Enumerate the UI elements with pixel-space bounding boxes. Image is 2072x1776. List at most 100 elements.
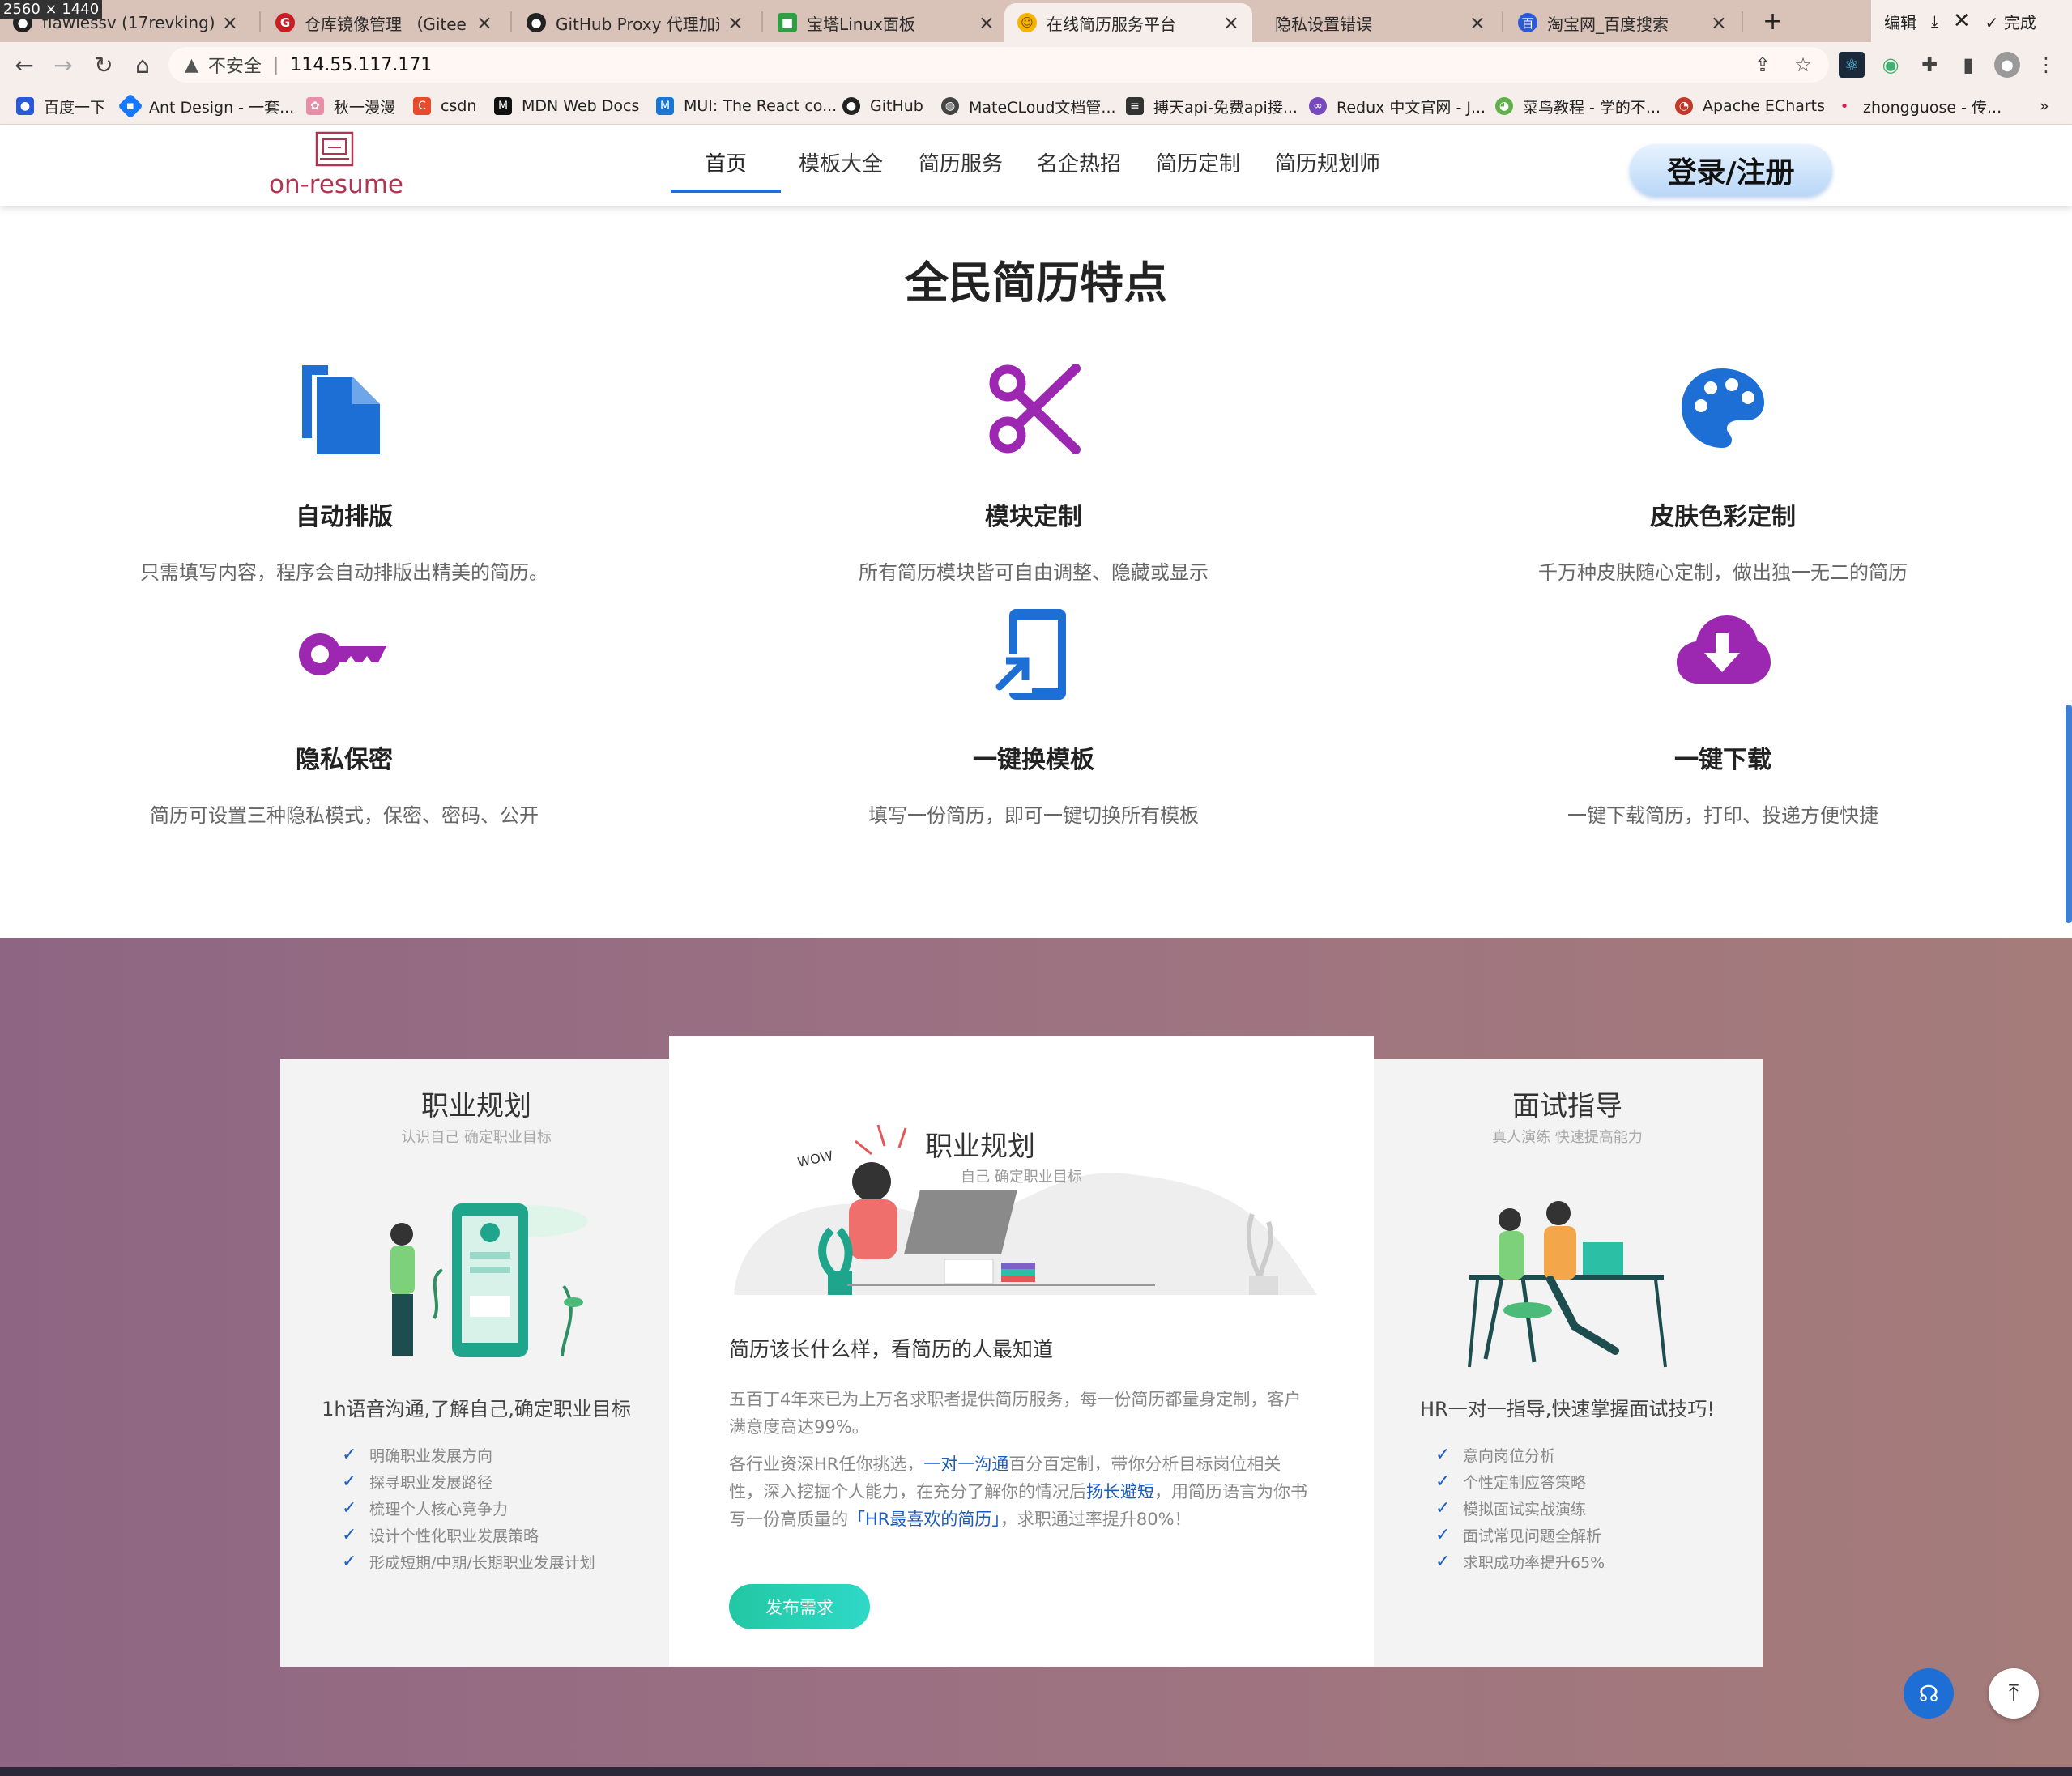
list-item-text: 意向岗位分析 [1463, 1447, 1556, 1465]
check-icon: ✓ [342, 1498, 357, 1518]
nav-resume-service[interactable]: 简历服务 [919, 147, 1003, 177]
headset-icon: ☊ [1918, 1680, 1939, 1707]
tab-6[interactable]: 隐私设置错误 × [1256, 3, 1499, 42]
site-header: on-resume 首页 模板大全 简历服务 名企热招 简历定制 简历规划师 登… [0, 125, 2072, 206]
tab-4[interactable]: ■ 宝塔Linux面板 × [765, 3, 1008, 42]
dot-icon: • [1840, 97, 1849, 115]
feature-title: 自动排版 [296, 503, 393, 531]
reload-button[interactable]: ↻ [89, 50, 118, 79]
list-item: ✓ 意向岗位分析 [1435, 1442, 1605, 1468]
nav-templates[interactable]: 模板大全 [799, 147, 883, 177]
sidepanel-icon[interactable]: ▮ [1955, 52, 1981, 78]
card-subtitle: 认识自己 确定职业目标 [401, 1129, 552, 1146]
back-to-top-button[interactable]: ⤒ [1989, 1668, 2039, 1719]
close-icon[interactable]: × [1711, 11, 1727, 34]
arrow-up-icon: ⤒ [2008, 1680, 2019, 1706]
list-item: ✓ 设计个性化职业发展策略 [342, 1522, 595, 1548]
forward-button[interactable]: → [49, 50, 78, 79]
page-scrollbar[interactable] [2066, 705, 2072, 923]
extension-icon[interactable]: ◉ [1878, 52, 1904, 78]
url-text: 114.55.117.171 [290, 54, 433, 75]
highlight-one-on-one: 一对一沟通 [923, 1454, 1009, 1474]
nav-hot-jobs[interactable]: 名企热招 [1037, 147, 1121, 177]
logo[interactable]: on-resume [267, 131, 405, 201]
profile-icon[interactable]: ● [1994, 52, 2020, 78]
bookmark-mui[interactable]: M MUI: The React co... [656, 94, 837, 118]
react-devtools-icon[interactable]: ⚛ [1839, 52, 1865, 78]
nav-resume-planner[interactable]: 简历规划师 [1275, 147, 1380, 177]
resume-service-illustration: WOW 职业规划 自己 确定职业目标 [734, 1124, 1317, 1295]
window-controls: 编辑 ⤓ ✕ ✓ 完成 [1871, 0, 2072, 42]
done-button[interactable]: ✓ 完成 [1985, 10, 2036, 33]
career-planning-card[interactable]: 职业规划 认识自己 确定职业目标 1h语音沟通,了解自己,确定职业目标 ✓ 明确职… [280, 1059, 672, 1667]
bookmark-baidu[interactable]: ● 百度一下 [16, 94, 105, 118]
nav-home[interactable]: 首页 [705, 147, 747, 177]
home-icon[interactable]: ⌂ [128, 50, 157, 79]
github-icon: ● [527, 13, 546, 32]
echarts-icon: ◔ [1675, 97, 1693, 115]
highlight-strengths: 扬长避短 [1086, 1482, 1154, 1501]
tab-strip: ● flawlessv (17revking) × G 仓库镜像管理 （Gite… [0, 0, 2072, 42]
list-item: ✓ 梳理个人核心竞争力 [342, 1495, 595, 1522]
feature-desc: 千万种皮肤随心定制，做出独一无二的简历 [1538, 561, 1908, 584]
close-icon[interactable]: ✕ [1953, 9, 1971, 33]
tab-3[interactable]: ● GitHub Proxy 代理加速 × [514, 3, 757, 42]
share-icon[interactable]: ⇪ [1750, 52, 1776, 78]
redux-icon: ∞ [1309, 97, 1327, 115]
bookmarks-more-button[interactable]: » [2040, 94, 2049, 118]
close-icon[interactable]: × [727, 11, 744, 34]
bookmark-label: csdn [441, 97, 477, 115]
bookmark-mdn[interactable]: M MDN Web Docs [494, 94, 639, 118]
card-subtitle: 真人演练 快速提高能力 [1492, 1129, 1643, 1146]
done-label: 完成 [2003, 12, 2036, 32]
edit-button[interactable]: 编辑 [1884, 10, 1916, 33]
bookmark-github[interactable]: ● GitHub [842, 94, 923, 118]
star-icon[interactable]: ☆ [1790, 52, 1816, 78]
bookmark-qiuyi[interactable]: ✿ 秋一漫漫 [306, 94, 395, 118]
resume-service-card: WOW 职业规划 自己 确定职业目标 简历该长什么样，看简历的人最知道 五百丁4… [669, 1036, 1374, 1667]
bookmark-csdn[interactable]: Ccsdn [413, 94, 476, 118]
close-icon[interactable]: × [978, 11, 995, 34]
close-icon[interactable]: × [1223, 11, 1239, 34]
card-title: 职业规划 [421, 1090, 531, 1122]
check-icon: ✓ [342, 1471, 357, 1492]
para-text: 各行业资深HR任你挑选， [729, 1454, 924, 1474]
bookmark-botian-api[interactable]: ≡ 搏天api-免费api接... [1126, 94, 1298, 118]
card-tagline: 1h语音沟通,了解自己,确定职业目标 [322, 1398, 631, 1420]
list-item-text: 设计个性化职业发展策略 [369, 1527, 539, 1545]
feature-title: 一键换模板 [973, 746, 1094, 774]
bookmark-redux[interactable]: ∞ Redux 中文官网 - J... [1309, 94, 1486, 118]
download-icon[interactable]: ⤓ [1931, 11, 1938, 31]
login-register-button[interactable]: 登录/注册 [1630, 144, 1832, 196]
close-icon[interactable]: × [476, 11, 492, 34]
globe-icon: ◍ [941, 97, 959, 115]
nav-resume-custom[interactable]: 简历定制 [1156, 147, 1240, 177]
interview-guidance-card[interactable]: 面试指导 真人演练 快速提高能力 HR一对一指导,快速掌握面试技巧! ✓ 意向岗位… [1372, 1059, 1763, 1667]
new-tab-button[interactable]: + [1763, 0, 1783, 42]
logo-mark-icon [315, 131, 354, 167]
bookmark-label: 秋一漫漫 [334, 98, 396, 117]
tab-2[interactable]: G 仓库镜像管理 （Gitee < × [262, 3, 505, 42]
close-icon[interactable]: × [1469, 11, 1486, 34]
bookmark-runoob[interactable]: ◕ 菜鸟教程 - 学的不... [1495, 94, 1661, 118]
insecure-label: 不安全 [207, 57, 262, 77]
bookmark-matecloud[interactable]: ◍ MateCLoud文档管... [941, 94, 1116, 118]
back-button[interactable]: ← [10, 50, 39, 79]
tab-7[interactable]: 百 淘宝网_百度搜索 × [1505, 3, 1740, 42]
runoob-icon: ◕ [1495, 97, 1513, 115]
list-item: ✓ 探寻职业发展路径 [342, 1468, 595, 1495]
bookmark-echarts[interactable]: ◔ Apache ECharts [1675, 94, 1825, 118]
url-input[interactable]: ▲ 不安全 | 114.55.117.171 [168, 47, 1829, 83]
puzzle-icon[interactable]: ✚ [1916, 52, 1942, 78]
bookmark-label: Apache ECharts [1703, 97, 1826, 115]
address-bar: ← → ↻ ⌂ ▲ 不安全 | 114.55.117.171 ⇪ ☆ ⚛ ◉ ✚… [0, 42, 2072, 87]
menu-icon[interactable]: ⋮ [2033, 52, 2059, 78]
bookmark-zhongguose[interactable]: • zhongguose - 传... [1835, 94, 2002, 118]
career-planning-features: ✓ 明确职业发展方向 ✓ 探寻职业发展路径 ✓ 梳理个人核心竞争力 ✓ 设计个性化职业发… [342, 1442, 595, 1575]
tab-5-active[interactable]: ☺ 在线简历服务平台 × [1004, 3, 1252, 42]
publish-request-button[interactable]: 发布需求 [729, 1584, 870, 1629]
bookmark-label: 百度一下 [44, 98, 106, 117]
customer-service-button[interactable]: ☊ [1904, 1668, 1954, 1719]
bookmark-antd[interactable]: ◆ Ant Design - 一套... [117, 93, 294, 119]
close-icon[interactable]: × [222, 11, 238, 34]
